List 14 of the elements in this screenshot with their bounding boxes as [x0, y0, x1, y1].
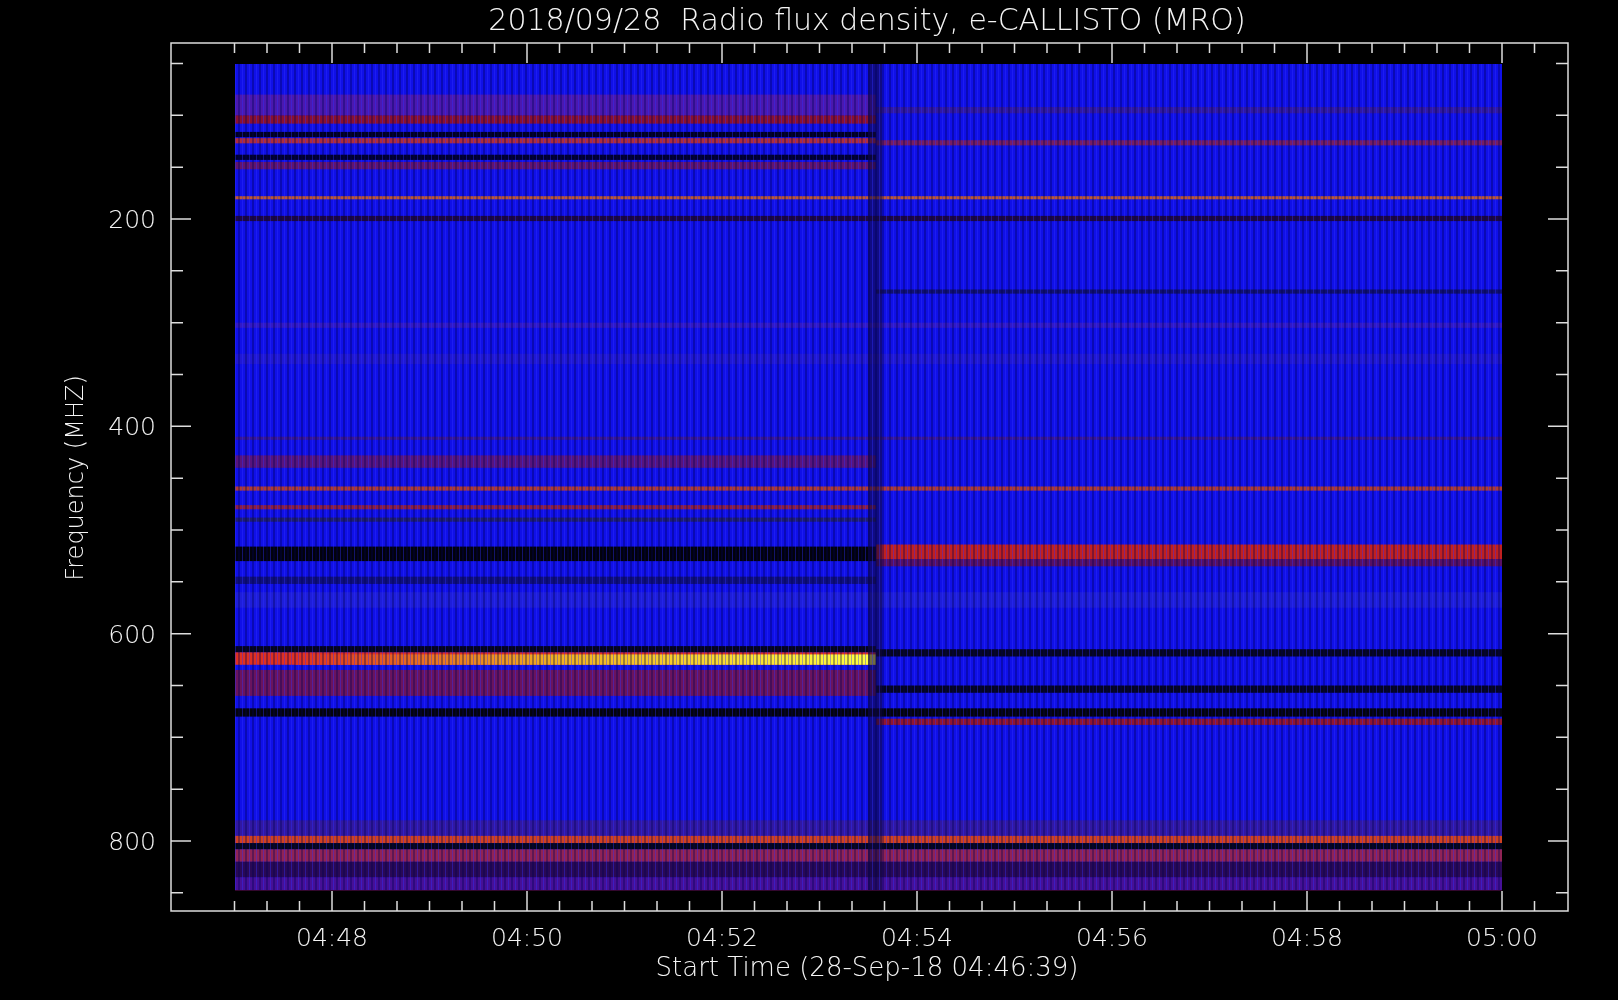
tick-label: 04:54 [881, 922, 953, 952]
chart-title: 2018/09/28 Radio flux density, e-CALLISTO (MRO) [488, 2, 1246, 37]
tick-label: 200 [108, 204, 156, 234]
tick-label: 04:56 [1076, 922, 1148, 952]
axis-label: Frequency (MHZ) [61, 375, 89, 581]
tick-label: 04:50 [491, 922, 563, 952]
tick-label: 04:52 [686, 922, 758, 952]
tick-label: 04:48 [296, 922, 368, 952]
tick-label: 05:00 [1466, 922, 1538, 952]
tick-label: 400 [108, 411, 156, 441]
tick-label: 04:58 [1271, 922, 1343, 952]
tick-label: 800 [108, 826, 156, 856]
axis-label: Start Time (28-Sep-18 04:46:39) [655, 952, 1079, 982]
tick-label: 600 [108, 619, 156, 649]
